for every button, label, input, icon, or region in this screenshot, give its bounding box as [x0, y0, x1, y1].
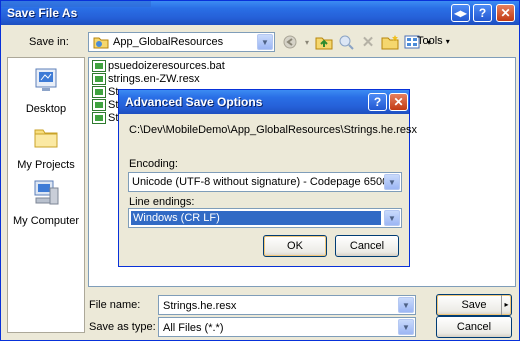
dialog-close-icon[interactable]: ✕: [389, 93, 408, 111]
computer-icon: [34, 180, 59, 205]
dialog-title-bar[interactable]: Advanced Save Options ? ✕: [119, 90, 409, 114]
file-name: psuedoizeresources.bat: [108, 60, 225, 72]
title-bar[interactable]: Save File As ◂▸ ▢ ? ✕: [1, 1, 519, 25]
place-label: My Projects: [17, 159, 75, 171]
window-close-icon[interactable]: ✕: [496, 4, 515, 22]
dialog-cancel-button[interactable]: Cancel: [335, 235, 399, 257]
file-name-label: File name:: [89, 299, 141, 311]
ok-label: OK: [287, 240, 303, 252]
tools-chevron-icon: ▾: [445, 37, 450, 46]
window-title: Save File As: [7, 6, 78, 20]
dialog-title: Advanced Save Options: [125, 95, 263, 109]
save-in-value: App_GlobalResources: [113, 36, 224, 48]
file-icon: [92, 99, 106, 111]
chevron-down-icon[interactable]: ▼: [398, 319, 414, 335]
save-in-label: Save in:: [29, 36, 69, 48]
dialog-path: C:\Dev\MobileDemo\App_GlobalResources\St…: [129, 124, 417, 136]
place-my-computer[interactable]: My Computer: [8, 178, 84, 227]
folder-icon: [34, 129, 58, 148]
save-file-as-window: Save File As ◂▸ ▢ ? ✕ Save in: App_Globa…: [0, 0, 520, 341]
save-label: Save: [461, 299, 487, 311]
search-web-icon[interactable]: [337, 33, 355, 51]
new-folder-icon[interactable]: [381, 33, 399, 51]
place-desktop[interactable]: Desktop: [8, 66, 84, 115]
back-dropdown-icon[interactable]: ▾: [303, 33, 311, 51]
places-bar: Desktop My Projects My Computer: [7, 57, 85, 333]
dialog-cancel-label: Cancel: [349, 240, 385, 252]
list-item[interactable]: strings.en-ZW.resx: [92, 73, 200, 85]
toolbar: ▾ ✕ ▾: [281, 32, 433, 52]
encoding-label: Encoding:: [129, 158, 178, 170]
save-as-type-value: All Files (*.*): [163, 322, 224, 334]
chevron-down-icon[interactable]: ▼: [398, 297, 414, 313]
file-icon: [92, 73, 106, 85]
desktop-icon: [35, 68, 57, 91]
window-help-icon[interactable]: ◂▸: [451, 4, 470, 22]
save-as-type-label: Save as type:: [89, 321, 156, 333]
file-name: strings.en-ZW.resx: [108, 73, 200, 85]
cancel-button[interactable]: Cancel: [436, 316, 512, 338]
folder-icon: [93, 37, 109, 49]
file-icon: [92, 112, 106, 124]
line-endings-select[interactable]: Windows (CR LF) ▼: [128, 208, 402, 228]
chevron-down-icon[interactable]: ▼: [384, 174, 400, 190]
delete-icon[interactable]: ✕: [359, 33, 377, 51]
file-name-value: Strings.he.resx: [163, 300, 237, 312]
save-split-chevron-icon[interactable]: ▸: [501, 295, 511, 315]
up-folder-icon[interactable]: [315, 33, 333, 51]
ok-button[interactable]: OK: [263, 235, 327, 257]
encoding-select[interactable]: Unicode (UTF-8 without signature) - Code…: [128, 172, 402, 192]
back-icon[interactable]: [281, 33, 299, 51]
place-label: My Computer: [12, 215, 80, 227]
place-my-projects[interactable]: My Projects: [8, 122, 84, 171]
line-endings-value: Windows (CR LF): [131, 211, 381, 225]
save-button[interactable]: Save ▸: [436, 294, 512, 316]
line-endings-label: Line endings:: [129, 196, 195, 208]
advanced-save-options-dialog: Advanced Save Options ? ✕ C:\Dev\MobileD…: [118, 89, 417, 267]
save-as-type-combo[interactable]: All Files (*.*) ▼: [158, 317, 416, 337]
file-icon: [92, 86, 106, 98]
encoding-value: Unicode (UTF-8 without signature) - Code…: [132, 176, 395, 188]
save-in-combo[interactable]: App_GlobalResources ▼: [88, 32, 275, 52]
file-icon: [92, 60, 106, 72]
cancel-label: Cancel: [456, 321, 492, 333]
question-icon[interactable]: ?: [473, 4, 492, 22]
file-name-field[interactable]: Strings.he.resx ▼: [158, 295, 416, 315]
tools-label: Tools: [417, 35, 443, 47]
chevron-down-icon[interactable]: ▼: [384, 210, 400, 226]
tools-menu[interactable]: Tools ▾: [417, 35, 450, 47]
dialog-help-icon[interactable]: ?: [368, 93, 387, 111]
place-label: Desktop: [25, 103, 67, 115]
chevron-down-icon[interactable]: ▼: [257, 34, 273, 50]
list-item[interactable]: psuedoizeresources.bat: [92, 60, 225, 72]
